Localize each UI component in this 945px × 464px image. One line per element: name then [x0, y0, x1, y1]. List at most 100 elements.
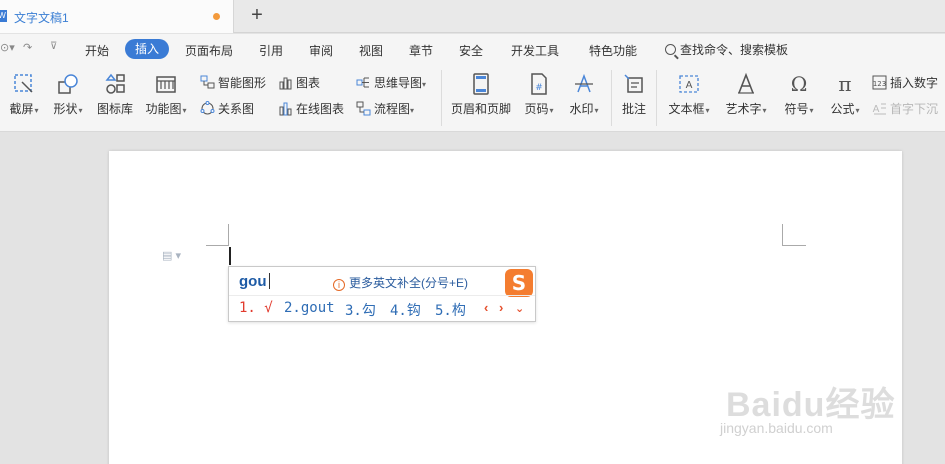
comment-button[interactable]: 批注	[619, 72, 649, 117]
margin-corner-left	[206, 224, 229, 246]
ime-english-completion-hint[interactable]: i 更多英文补全(分号+E)	[333, 274, 468, 291]
ribbon-separator	[441, 70, 442, 126]
word-art-icon	[738, 72, 754, 94]
paragraph-layout-icon[interactable]: ▤ ▾	[162, 249, 181, 262]
comment-label: 批注	[621, 102, 646, 116]
drop-cap-button[interactable]: A 首字下沉	[872, 100, 938, 117]
menu-home[interactable]: 开始	[85, 42, 109, 59]
textbox-label: 文本框	[668, 102, 705, 116]
screenshot-button[interactable]: 截屏▾	[6, 72, 42, 117]
insert-ribbon: 截屏▾ 形状▾ 图标库 功能图▾ 智能图形 关系图 图表 在线图表 思维导图▾ …	[0, 64, 945, 132]
text-cursor	[229, 247, 231, 265]
redo-icon[interactable]: ↷	[23, 41, 32, 54]
online-chart-label: 在线图表	[296, 102, 345, 116]
screenshot-icon	[14, 74, 33, 93]
menu-bar: ⊙▾ ↷ ⊽ 开始 插入 页面布局 引用 审阅 视图 章节 安全 开发工具 特色…	[0, 34, 945, 64]
ime-divider	[229, 295, 535, 296]
relation-chart-icon	[200, 101, 215, 115]
drop-cap-icon: A	[873, 103, 886, 115]
page-number-icon: #	[531, 73, 547, 95]
page-number-button[interactable]: # 页码▾	[520, 72, 558, 117]
symbol-button[interactable]: Ω 符号▾	[780, 72, 818, 117]
header-footer-label: 页眉和页脚	[450, 102, 511, 116]
chart-button[interactable]: 图表	[278, 74, 320, 91]
baidu-watermark-url: jingyan.baidu.com	[720, 420, 833, 436]
document-tab-title: 文字文稿1	[14, 11, 69, 25]
menu-references[interactable]: 引用	[259, 42, 283, 59]
menu-review[interactable]: 审阅	[309, 42, 333, 59]
page-number-label: 页码	[524, 102, 549, 116]
baidu-watermark: Baidu经验	[726, 386, 896, 424]
smart-art-label: 智能图形	[218, 76, 267, 90]
search-icon	[665, 44, 676, 55]
chart-icon	[279, 77, 292, 90]
ime-candidate-5[interactable]: 5.构	[435, 300, 466, 320]
watermark-button[interactable]: 水印▾	[566, 72, 602, 117]
shapes-icon	[58, 74, 78, 94]
insert-number-button[interactable]: 123 插入数字	[872, 74, 938, 91]
relation-chart-label: 关系图	[218, 102, 255, 116]
mind-map-button[interactable]: 思维导图▾	[356, 74, 426, 91]
mind-map-label: 思维导图	[374, 76, 423, 90]
insert-number-icon: 123	[872, 75, 887, 90]
menu-special-features[interactable]: 特色功能	[589, 42, 637, 59]
relation-chart-button[interactable]: 关系图	[200, 100, 254, 117]
function-chart-icon	[156, 76, 176, 93]
icon-library-icon	[105, 73, 125, 94]
ime-prev-page-icon[interactable]: ‹	[484, 300, 488, 315]
formula-pi-icon: π	[838, 72, 851, 96]
command-search[interactable]: 查找命令、搜索模板	[665, 41, 788, 58]
textbox-button[interactable]: A 文本框▾	[665, 72, 713, 117]
new-tab-button[interactable]: +	[248, 5, 266, 27]
formula-label: 公式	[830, 102, 855, 116]
ime-hint-text: 更多英文补全(分号+E)	[349, 276, 469, 290]
symbol-omega-icon: Ω	[791, 72, 808, 96]
command-search-label: 查找命令、搜索模板	[680, 43, 789, 57]
watermark-label: 水印	[569, 102, 594, 116]
menu-view[interactable]: 视图	[359, 42, 383, 59]
online-chart-button[interactable]: 在线图表	[278, 100, 344, 117]
menu-page-layout[interactable]: 页面布局	[185, 42, 233, 59]
svg-text:A: A	[686, 80, 693, 91]
word-art-label: 艺术字	[725, 102, 762, 116]
ime-composition-text: gou	[239, 273, 267, 290]
smart-art-button[interactable]: 智能图形	[200, 74, 266, 91]
header-footer-button[interactable]: 页眉和页脚	[450, 72, 512, 117]
function-chart-button[interactable]: 功能图▾	[143, 72, 189, 117]
ribbon-separator	[656, 70, 657, 126]
ime-candidate-3[interactable]: 3.勾	[345, 300, 376, 320]
flowchart-button[interactable]: 流程图▾	[356, 100, 414, 117]
sogou-logo-icon: S	[505, 269, 533, 297]
mind-map-icon	[356, 77, 369, 88]
formula-button[interactable]: π 公式▾	[826, 72, 864, 117]
menu-developer-tools[interactable]: 开发工具	[511, 42, 559, 59]
svg-text:A: A	[873, 104, 880, 115]
quick-access-dropdown-icon[interactable]: ⊽	[50, 41, 57, 52]
drop-cap-label: 首字下沉	[890, 102, 939, 116]
menu-section[interactable]: 章节	[409, 42, 433, 59]
title-bar: W 文字文稿1 +	[0, 0, 945, 33]
icon-library-label: 图标库	[96, 102, 133, 116]
unsaved-dot-icon	[213, 13, 220, 20]
shapes-button[interactable]: 形状▾	[50, 72, 86, 117]
comment-icon	[624, 74, 643, 93]
flowchart-icon	[356, 101, 371, 116]
ime-candidate-1[interactable]: 1. √	[239, 300, 273, 316]
icon-library-button[interactable]: 图标库	[95, 72, 135, 117]
document-tab[interactable]: W 文字文稿1	[0, 0, 234, 33]
word-art-button[interactable]: 艺术字▾	[722, 72, 770, 117]
ime-expand-chevron-icon[interactable]: ⌄	[515, 302, 524, 315]
info-icon: i	[333, 279, 345, 291]
ime-candidate-window: gou i 更多英文补全(分号+E) S 1. √ 2.gout 3.勾 4.钩 …	[228, 266, 536, 322]
margin-corner-right	[782, 224, 806, 246]
undo-icon[interactable]: ⊙▾	[0, 41, 15, 54]
ime-candidate-4[interactable]: 4.钩	[390, 300, 421, 320]
svg-text:π: π	[838, 72, 851, 96]
ime-candidate-2[interactable]: 2.gout	[284, 300, 335, 316]
insert-number-label: 插入数字	[890, 76, 939, 90]
ime-next-page-icon[interactable]: ›	[499, 300, 503, 315]
symbol-label: 符号	[784, 102, 809, 116]
menu-insert[interactable]: 插入	[125, 39, 169, 59]
header-footer-icon	[473, 73, 489, 95]
menu-security[interactable]: 安全	[459, 42, 483, 59]
